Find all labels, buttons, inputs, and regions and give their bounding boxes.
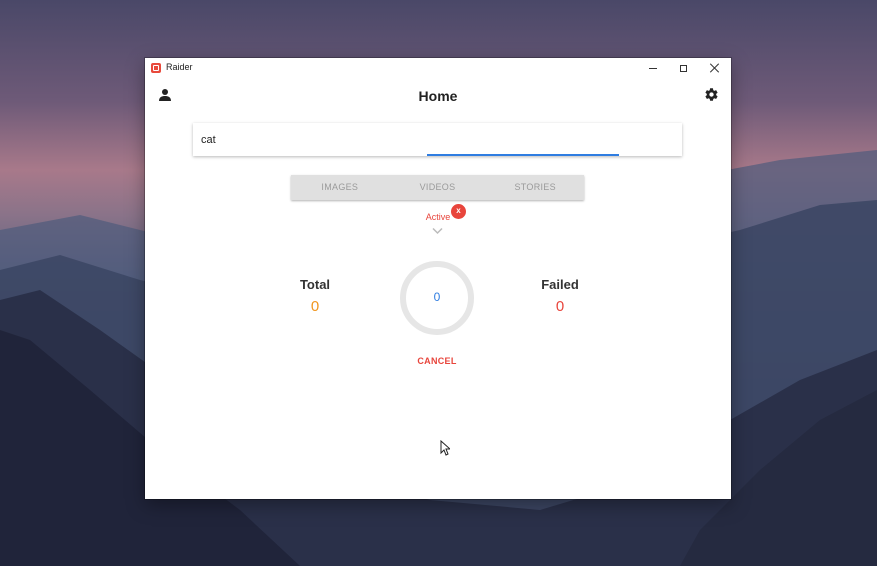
chevron-down-icon[interactable]: [432, 227, 443, 235]
total-value: 0: [310, 298, 320, 315]
total-label: Total: [299, 277, 331, 292]
raider-app-icon: [151, 63, 161, 73]
page-title: Home: [418, 88, 458, 104]
app-window: Raider Home IMAGES VIDEOS STORIES Active…: [145, 58, 731, 499]
minimize-icon: [648, 67, 657, 69]
close-button[interactable]: [699, 58, 730, 78]
progress-value: 0: [433, 290, 441, 304]
minimize-button[interactable]: [637, 58, 668, 78]
close-icon: [710, 63, 720, 73]
maximize-icon: [680, 64, 687, 72]
search-focus-underline: [427, 154, 619, 156]
failed-value: 0: [555, 298, 565, 315]
mouse-pointer-icon: [440, 440, 450, 456]
maximize-button[interactable]: [668, 58, 699, 78]
cancel-button[interactable]: CANCEL: [407, 356, 467, 366]
search-box: [193, 123, 682, 156]
search-input[interactable]: [201, 131, 671, 149]
tab-videos[interactable]: VIDEOS: [389, 175, 487, 200]
active-close-badge[interactable]: x: [451, 204, 466, 219]
gear-icon[interactable]: [704, 87, 719, 102]
media-type-tabs: IMAGES VIDEOS STORIES: [291, 175, 584, 200]
failed-label: Failed: [541, 277, 579, 292]
window-title: Raider: [166, 62, 193, 72]
title-bar[interactable]: Raider: [145, 58, 731, 78]
tab-images[interactable]: IMAGES: [291, 175, 389, 200]
tab-stories[interactable]: STORIES: [486, 175, 584, 200]
